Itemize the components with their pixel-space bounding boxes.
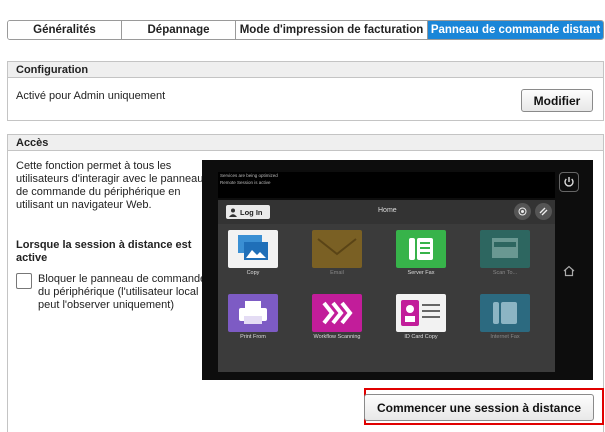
device-app-label: Email bbox=[330, 270, 344, 276]
scan-icon bbox=[480, 230, 530, 268]
modify-button[interactable]: Modifier bbox=[521, 89, 593, 112]
device-app-label: Print From bbox=[240, 334, 266, 340]
configuration-status: Activé pour Admin uniquement bbox=[16, 90, 166, 102]
tab-bar: Généralités Dépannage Mode d'impression … bbox=[7, 20, 604, 40]
device-app-print-from: Print From bbox=[225, 294, 281, 348]
session-heading: Lorsque la session à distance est active bbox=[16, 239, 192, 264]
device-app-copy: Copy bbox=[225, 230, 281, 284]
device-app-label: Scan To... bbox=[492, 270, 518, 276]
device-app-label: Server Fax bbox=[407, 270, 435, 276]
device-app-internet-fax: Internet Fax bbox=[477, 294, 533, 348]
internet-fax-icon bbox=[480, 294, 530, 332]
tab-general[interactable]: Généralités bbox=[8, 21, 122, 39]
printer-icon bbox=[228, 294, 278, 332]
home-icon bbox=[563, 265, 575, 280]
access-description: Cette fonction permet à tous les utilisa… bbox=[16, 160, 204, 211]
id-card-icon bbox=[396, 294, 446, 332]
device-app-server-fax: Server Fax bbox=[393, 230, 449, 284]
power-icon bbox=[559, 172, 579, 192]
device-screen: Log In Home Copy Email Server Fax Scan T… bbox=[218, 200, 555, 372]
device-status-area: Services are being optimized Remote Sess… bbox=[218, 172, 555, 198]
device-customize-icon bbox=[535, 203, 552, 220]
lock-panel-label: Bloquer le panneau de commande du périph… bbox=[38, 273, 207, 311]
tab-troubleshooting[interactable]: Dépannage bbox=[122, 21, 236, 39]
lock-panel-checkbox[interactable] bbox=[16, 273, 32, 289]
device-status-line: Remote Session is active bbox=[220, 180, 271, 185]
device-app-workflow-scanning: Workflow Scanning bbox=[309, 294, 365, 348]
tab-remote-control-panel[interactable]: Panneau de commande distant bbox=[428, 21, 603, 39]
device-app-label: Workflow Scanning bbox=[313, 334, 361, 340]
access-panel: Accès Cette fonction permet à tous les u… bbox=[7, 134, 604, 432]
tab-billing-print-mode[interactable]: Mode d'impression de facturation bbox=[236, 21, 428, 39]
configuration-title: Configuration bbox=[8, 62, 603, 78]
device-status-line: Services are being optimized bbox=[220, 173, 278, 178]
device-panel-preview: Services are being optimized Remote Sess… bbox=[202, 160, 593, 380]
device-login-label: Log In bbox=[240, 207, 263, 217]
user-icon bbox=[229, 208, 237, 217]
workflow-icon bbox=[312, 294, 362, 332]
device-language-icon bbox=[514, 203, 531, 220]
device-app-scan-to: Scan To... bbox=[477, 230, 533, 284]
copy-icon bbox=[228, 230, 278, 268]
device-home-title: Home bbox=[378, 207, 397, 214]
device-login-button: Log In bbox=[226, 205, 270, 219]
device-app-label: ID Card Copy bbox=[404, 334, 438, 340]
start-remote-session-button[interactable]: Commencer une session à distance bbox=[364, 394, 594, 421]
device-app-email: Email bbox=[309, 230, 365, 284]
device-app-id-card-copy: ID Card Copy bbox=[393, 294, 449, 348]
device-top-bar: Log In Home bbox=[218, 200, 555, 224]
device-app-label: Copy bbox=[246, 270, 260, 276]
email-icon bbox=[312, 230, 362, 268]
device-app-label: Internet Fax bbox=[490, 334, 520, 340]
fax-icon bbox=[396, 230, 446, 268]
access-title: Accès bbox=[8, 135, 603, 151]
configuration-panel: Configuration Activé pour Admin uniqueme… bbox=[7, 61, 604, 121]
